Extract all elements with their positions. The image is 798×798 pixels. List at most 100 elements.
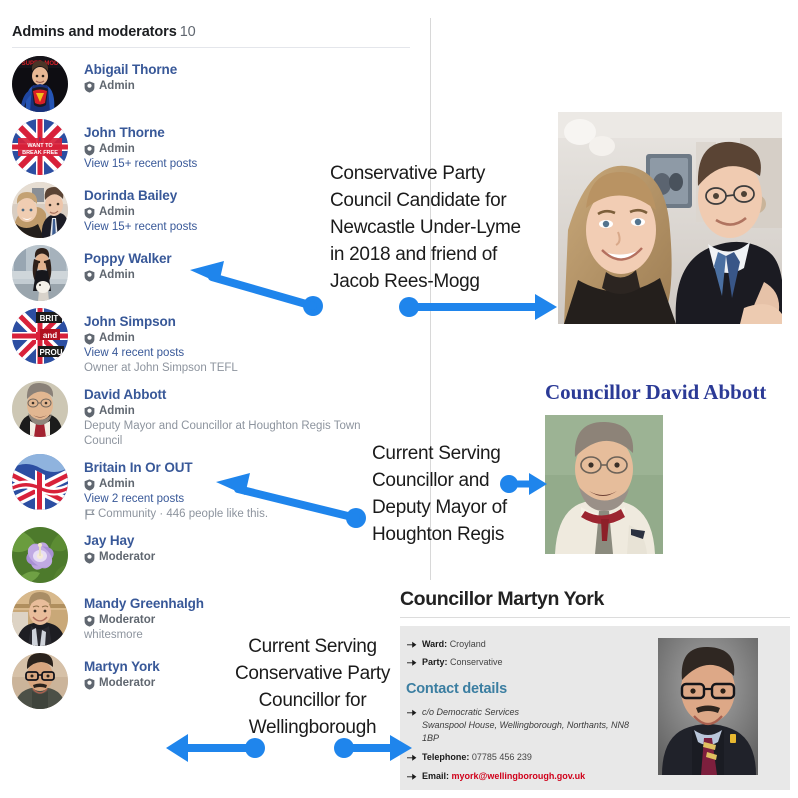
york-email-label: Email: xyxy=(422,771,450,781)
member-name[interactable]: Britain In Or OUT xyxy=(84,460,368,476)
member-role-label: Admin xyxy=(99,269,135,281)
member-row[interactable]: Britain In Or OUT Admin View 2 recent post… xyxy=(0,454,430,522)
member-role: Admin xyxy=(84,404,368,419)
member-role-label: Moderator xyxy=(99,677,156,689)
york-card-body: Ward: Croyland Party: Conservative Conta… xyxy=(400,626,790,790)
member-role: Moderator xyxy=(84,550,368,565)
annotation-rees-mogg: Conservative Party Council Candidate for… xyxy=(330,163,521,292)
member-info: Britain In Or OUT Admin View 2 recent post… xyxy=(68,454,368,522)
member-role-label: Admin xyxy=(99,405,135,417)
member-info: Abigail Thorne Admin xyxy=(68,56,368,94)
recent-posts-link[interactable]: View 2 recent posts xyxy=(84,492,368,507)
avatar-martyn-york[interactable] xyxy=(12,653,68,709)
svg-text:WANT TO: WANT TO xyxy=(27,143,53,149)
member-info: Jay Hay Moderator xyxy=(68,527,368,565)
page-category-label: Community · 446 people like this. xyxy=(98,508,269,520)
avatar-david-abbott[interactable] xyxy=(12,381,68,437)
member-name[interactable]: Abigail Thorne xyxy=(84,62,368,78)
york-fields: Ward: Croyland Party: Conservative xyxy=(406,638,676,669)
page-category-line: Community · 446 people like this. xyxy=(84,507,368,522)
member-row[interactable]: SUPER-MOD Abigail Thorne Admin xyxy=(0,56,430,114)
avatar-john-simpson[interactable]: BRIT and PROU xyxy=(12,308,68,364)
member-role: Admin xyxy=(84,205,368,220)
bullet-arrow-icon xyxy=(407,753,417,762)
svg-text:PROU: PROU xyxy=(39,348,62,357)
member-subtitle: Deputy Mayor and Councillor at Houghton … xyxy=(84,420,361,447)
member-name[interactable]: Dorinda Bailey xyxy=(84,188,368,204)
shield-icon xyxy=(84,80,95,93)
flag-icon xyxy=(84,509,95,520)
york-telephone-value: 07785 456 239 xyxy=(471,752,532,762)
york-address-row: c/o Democratic Services Swanspool House,… xyxy=(406,706,674,745)
member-info: David Abbott Admin Deputy Mayor and Counci… xyxy=(68,381,368,449)
member-row[interactable]: Jay Hay Moderator xyxy=(0,527,430,585)
member-name[interactable]: John Simpson xyxy=(84,314,368,330)
york-email-value[interactable]: myork@wellingborough.gov.uk xyxy=(452,771,586,781)
annotation-martyn-york: Current Serving Conservative Party Counc… xyxy=(234,636,391,738)
york-contact-list: c/o Democratic Services Swanspool House,… xyxy=(406,706,674,783)
york-address-line-1: c/o Democratic Services xyxy=(422,707,520,717)
member-subtitle: Owner at John Simpson TEFL xyxy=(84,362,238,374)
member-role: Moderator xyxy=(84,613,368,628)
member-row[interactable]: BRIT and PROU John Simpson Admin View 4 rec… xyxy=(0,308,430,376)
york-ward-label: Ward: xyxy=(422,639,448,649)
bullet-arrow-icon xyxy=(407,772,417,781)
avatar-dorinda-bailey[interactable] xyxy=(12,182,68,238)
member-name[interactable]: Mandy Greenhalgh xyxy=(84,596,368,612)
york-ward-value: Croyland xyxy=(449,639,486,649)
york-email-row: Email: myork@wellingborough.gov.uk xyxy=(406,770,674,783)
svg-text:BRIT: BRIT xyxy=(40,314,59,323)
shield-icon xyxy=(84,269,95,282)
york-card-divider xyxy=(400,617,790,618)
york-address-line-3: 1BP xyxy=(422,733,440,743)
shield-icon xyxy=(84,551,95,564)
page-title-text: Admins and moderators xyxy=(12,24,177,40)
member-name[interactable]: John Thorne xyxy=(84,125,368,141)
avatar-john-thorne[interactable]: I WANT TO BREAK FREE xyxy=(12,119,68,175)
avatar-poppy-walker[interactable] xyxy=(12,245,68,301)
recent-posts-link[interactable]: View 15+ recent posts xyxy=(84,157,368,172)
recent-posts-link[interactable]: View 4 recent posts xyxy=(84,346,368,361)
shield-icon xyxy=(84,206,95,219)
member-role-label: Admin xyxy=(99,206,135,218)
member-role: Admin xyxy=(84,331,368,346)
york-address-line-2: Swanspool House, Wellingborough, Northan… xyxy=(422,720,629,730)
photo-david-abbott xyxy=(545,415,663,554)
photo-martyn-york xyxy=(658,638,758,775)
member-role: Admin xyxy=(84,268,368,283)
member-role: Admin xyxy=(84,477,368,492)
shield-icon xyxy=(84,478,95,491)
councillor-martyn-york-card: Councillor Martyn York Ward: Croyland Pa… xyxy=(392,580,798,798)
member-name[interactable]: Poppy Walker xyxy=(84,251,368,267)
contact-details-heading: Contact details xyxy=(406,681,507,697)
bullet-arrow-icon xyxy=(407,658,417,667)
member-info: John Thorne Admin View 15+ recent posts xyxy=(68,119,368,172)
member-count: 10 xyxy=(179,24,196,40)
member-role-label: Admin xyxy=(99,332,135,344)
member-row[interactable]: David Abbott Admin Deputy Mayor and Counci… xyxy=(0,381,430,449)
shield-icon xyxy=(84,405,95,418)
bullet-arrow-icon xyxy=(407,640,417,649)
shield-icon xyxy=(84,677,95,690)
member-name[interactable]: David Abbott xyxy=(84,387,368,403)
member-list: SUPER-MOD Abigail Thorne Admin I WANT TO … xyxy=(0,56,430,716)
avatar-britain-in-or-out[interactable] xyxy=(12,454,68,510)
photo-dorinda-bailey-with-jacob-rees-mogg xyxy=(558,112,782,324)
member-info: Dorinda Bailey Admin View 15+ recent posts xyxy=(68,182,368,235)
shield-icon xyxy=(84,614,95,627)
avatar-abigail-thorne[interactable]: SUPER-MOD xyxy=(12,56,68,112)
member-info: Poppy Walker Admin xyxy=(68,245,368,283)
bullet-arrow-icon xyxy=(407,708,417,717)
councillor-david-abbott-title: Councillor David Abbott xyxy=(545,380,767,404)
avatar-mandy-greenhalgh[interactable] xyxy=(12,590,68,646)
shield-icon xyxy=(84,143,95,156)
member-role-label: Admin xyxy=(99,478,135,490)
member-role: Admin xyxy=(84,142,368,157)
member-name[interactable]: Jay Hay xyxy=(84,533,368,549)
svg-text:BREAK FREE: BREAK FREE xyxy=(22,150,58,156)
york-telephone-label: Telephone: xyxy=(422,752,470,762)
avatar-jay-hay[interactable] xyxy=(12,527,68,583)
recent-posts-link[interactable]: View 15+ recent posts xyxy=(84,220,368,235)
york-telephone-row: Telephone: 07785 456 239 xyxy=(406,751,674,764)
member-role-label: Admin xyxy=(99,80,135,92)
